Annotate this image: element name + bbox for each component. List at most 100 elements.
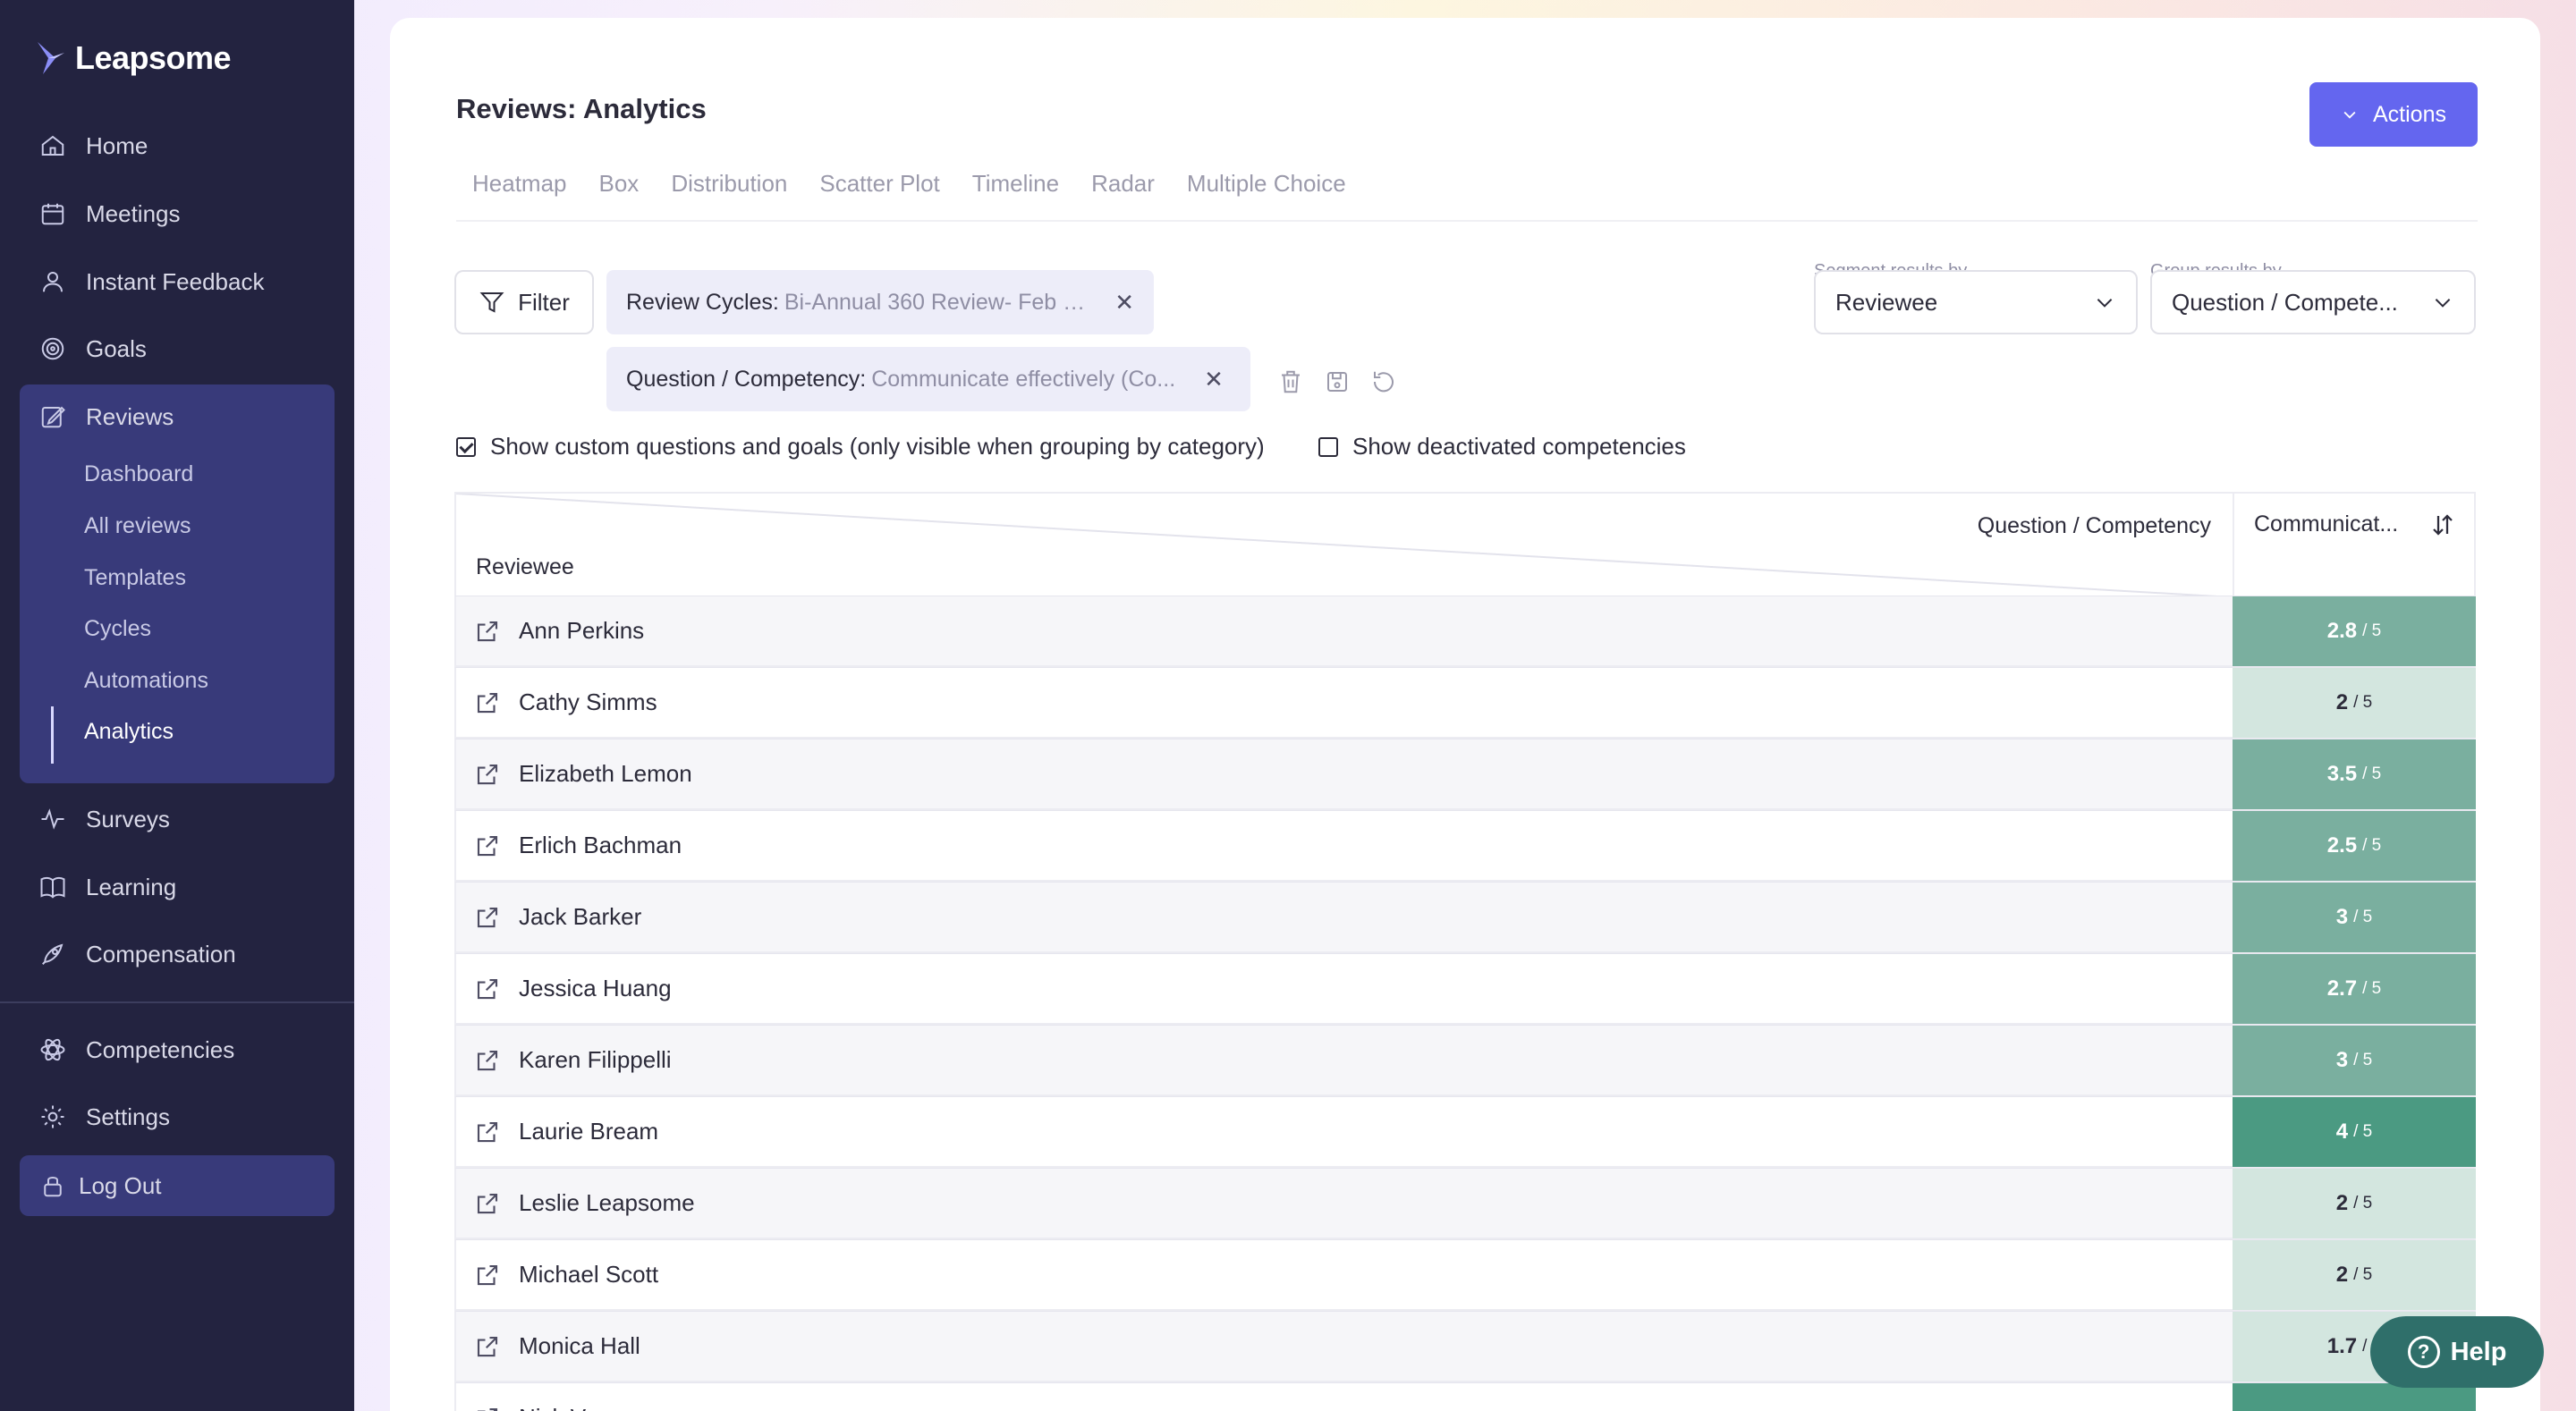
external-link-icon[interactable] xyxy=(474,1262,501,1288)
sidebar-sub-dashboard[interactable]: Dashboard xyxy=(84,456,193,492)
filter-chip-review-cycles[interactable]: Review Cycles: Bi-Annual 360 Review- Feb… xyxy=(606,270,1154,334)
reset-icon[interactable] xyxy=(1370,368,1397,395)
chip-value: Bi-Annual 360 Review- Feb 16... xyxy=(784,289,1087,315)
gear-icon xyxy=(41,1105,64,1128)
reviewee-cell[interactable]: Jack Barker xyxy=(456,903,641,931)
reviewee-cell[interactable]: Cathy Simms xyxy=(456,689,657,716)
reviewee-cell[interactable]: Erlich Bachman xyxy=(456,832,682,859)
filter-chip-question-competency[interactable]: Question / Competency: Communicate effec… xyxy=(606,347,1250,411)
reviewee-cell[interactable]: Ann Perkins xyxy=(456,617,644,645)
sort-icon[interactable] xyxy=(2429,511,2456,538)
custom-questions-checkbox[interactable] xyxy=(456,436,476,457)
score-cell[interactable]: 2.8/ 5 xyxy=(2233,596,2476,666)
sidebar-sub-templates[interactable]: Templates xyxy=(84,560,186,596)
sidebar-item-label: Competencies xyxy=(86,1035,235,1063)
score-cell[interactable]: 2.5/ 5 xyxy=(2233,811,2476,881)
sidebar-item-meetings[interactable]: Meetings xyxy=(20,185,335,242)
reviewee-cell[interactable]: Elizabeth Lemon xyxy=(456,760,692,788)
tab-timeline[interactable]: Timeline xyxy=(972,170,1059,198)
table-row: Cathy Simms 2/ 5 xyxy=(454,667,2476,739)
close-icon[interactable]: ✕ xyxy=(1114,289,1134,317)
deactivated-checkbox-row[interactable]: Show deactivated competencies xyxy=(1318,433,1686,460)
score-cell[interactable]: 2/ 5 xyxy=(2233,668,2476,738)
save-icon[interactable] xyxy=(1324,368,1351,395)
chevron-down-icon xyxy=(2435,299,2451,308)
reviewee-cell[interactable]: Michael Scott xyxy=(456,1261,658,1288)
score-value: 4 xyxy=(2335,1120,2349,1144)
external-link-icon[interactable] xyxy=(474,761,501,788)
actions-button[interactable]: Actions xyxy=(2309,82,2478,147)
external-link-icon[interactable] xyxy=(474,832,501,859)
score-cell[interactable]: 2/ 5 xyxy=(2233,1240,2476,1310)
score-cell[interactable]: 3/ 5 xyxy=(2233,1026,2476,1095)
reviewee-name: Monica Hall xyxy=(519,1332,640,1359)
tab-multiple-choice[interactable]: Multiple Choice xyxy=(1187,170,1346,198)
sidebar-item-compensation[interactable]: Compensation xyxy=(20,925,335,983)
help-button[interactable]: ? Help xyxy=(2370,1316,2544,1388)
deactivated-checkbox[interactable] xyxy=(1318,436,1338,457)
table-row: Erlich Bachman 2.5/ 5 xyxy=(454,810,2476,882)
sidebar-item-instant-feedback[interactable]: Instant Feedback xyxy=(20,253,335,310)
book-icon xyxy=(40,876,65,899)
close-icon[interactable]: ✕ xyxy=(1204,366,1224,393)
page-title: Reviews: Analytics xyxy=(456,93,707,124)
score-cell[interactable]: 3.5/ 5 xyxy=(2233,739,2476,809)
trash-icon[interactable] xyxy=(1277,368,1304,395)
external-link-icon[interactable] xyxy=(474,1405,501,1411)
external-link-icon[interactable] xyxy=(474,1190,501,1217)
reviewee-cell[interactable]: Nick V... xyxy=(456,1404,603,1411)
column-header-communicate[interactable]: Communicat... xyxy=(2233,494,2476,596)
sidebar-item-learning[interactable]: Learning xyxy=(20,858,335,916)
custom-questions-label: Show custom questions and goals (only vi… xyxy=(490,433,1265,460)
tab-distribution[interactable]: Distribution xyxy=(671,170,787,198)
tab-box[interactable]: Box xyxy=(599,170,640,198)
sidebar-item-competencies[interactable]: Competencies xyxy=(20,1021,335,1078)
reviewee-cell[interactable]: Laurie Bream xyxy=(456,1118,658,1145)
sidebar-sub-all-reviews[interactable]: All reviews xyxy=(84,508,191,544)
score-denominator: / 5 xyxy=(2353,1051,2373,1069)
reviewee-cell[interactable]: Leslie Leapsome xyxy=(456,1189,695,1217)
score-cell[interactable]: 2.7/ 5 xyxy=(2233,954,2476,1024)
tab-radar[interactable]: Radar xyxy=(1091,170,1155,198)
sidebar-item-settings[interactable]: Settings xyxy=(20,1088,335,1145)
reviewee-cell[interactable]: Monica Hall xyxy=(456,1332,640,1360)
reviewee-cell[interactable]: Karen Filippelli xyxy=(456,1046,672,1074)
custom-questions-checkbox-row[interactable]: Show custom questions and goals (only vi… xyxy=(456,433,1265,460)
score-cell[interactable]: 2/ 5 xyxy=(2233,1169,2476,1238)
help-icon: ? xyxy=(2407,1336,2440,1368)
reviewee-name: Erlich Bachman xyxy=(519,832,682,858)
filter-button[interactable]: Filter xyxy=(454,270,594,334)
sidebar-sub-automations[interactable]: Automations xyxy=(84,663,208,698)
external-link-icon[interactable] xyxy=(474,1119,501,1145)
external-link-icon[interactable] xyxy=(474,976,501,1002)
score-value: 2.7 xyxy=(2326,976,2358,1001)
sidebar-item-goals[interactable]: Goals xyxy=(20,320,335,377)
sidebar-sub-analytics[interactable]: Analytics xyxy=(84,714,174,749)
external-link-icon[interactable] xyxy=(474,904,501,931)
score-cell[interactable]: 3/ 5 xyxy=(2233,883,2476,952)
sidebar-sub-cycles[interactable]: Cycles xyxy=(84,611,151,646)
reviewee-cell[interactable]: Jessica Huang xyxy=(456,975,672,1002)
group-select[interactable]: Question / Compete... xyxy=(2150,270,2476,334)
score-cell[interactable]: 4/ 5 xyxy=(2233,1097,2476,1167)
table-row: Ann Perkins 2.8/ 5 xyxy=(454,596,2476,667)
external-link-icon[interactable] xyxy=(474,618,501,645)
tab-heatmap[interactable]: Heatmap xyxy=(472,170,567,198)
score-value: 2 xyxy=(2335,690,2349,714)
external-link-icon[interactable] xyxy=(474,689,501,716)
sidebar-item-reviews[interactable]: Reviews xyxy=(20,388,335,445)
sidebar-item-home[interactable]: Home xyxy=(20,117,335,174)
table-header: Question / Competency Reviewee Communica… xyxy=(454,492,2476,597)
external-link-icon[interactable] xyxy=(474,1333,501,1360)
segment-select[interactable]: Reviewee xyxy=(1814,270,2138,334)
external-link-icon[interactable] xyxy=(474,1047,501,1074)
reviewee-name: Elizabeth Lemon xyxy=(519,760,692,787)
score-denominator: / 5 xyxy=(2362,979,2382,998)
logout-button[interactable]: Log Out xyxy=(20,1155,335,1216)
tab-scatter-plot[interactable]: Scatter Plot xyxy=(819,170,939,198)
reviewee-name: Ann Perkins xyxy=(519,617,645,644)
score-denominator: / 5 xyxy=(2362,765,2382,783)
edit-icon xyxy=(41,406,65,428)
logo[interactable]: Leapsome xyxy=(36,39,232,77)
sidebar-item-surveys[interactable]: Surveys xyxy=(20,790,335,848)
